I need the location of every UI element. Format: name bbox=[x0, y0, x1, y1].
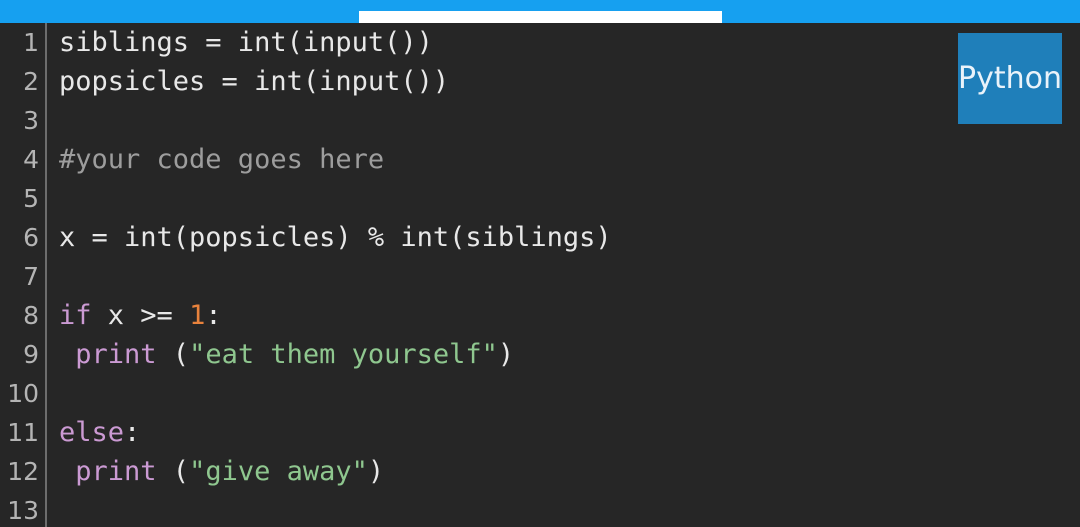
line-number: 2 bbox=[23, 67, 39, 96]
code-token: x = int(popsicles) % int(siblings) bbox=[59, 222, 612, 253]
code-token: popsicles = int(input()) bbox=[59, 66, 450, 97]
code-area[interactable]: siblings = int(input()) popsicles = int(i… bbox=[47, 23, 1080, 527]
code-token: : bbox=[205, 300, 222, 331]
code-line[interactable]: print ("give away") bbox=[59, 452, 1080, 491]
code-token: else bbox=[59, 417, 125, 448]
code-line[interactable]: if x >= 1: bbox=[59, 296, 1080, 335]
code-line[interactable] bbox=[59, 374, 1080, 413]
code-token: 1 bbox=[189, 300, 206, 331]
code-line[interactable]: popsicles = int(input()) bbox=[59, 62, 1080, 101]
code-token: x >= bbox=[91, 300, 190, 331]
line-number: 11 bbox=[7, 418, 39, 447]
line-number: 8 bbox=[23, 301, 39, 330]
line-number: 9 bbox=[23, 340, 39, 369]
code-token: print bbox=[75, 456, 157, 487]
code-token: siblings = int(input()) bbox=[59, 27, 433, 58]
code-line[interactable] bbox=[59, 491, 1080, 527]
code-line[interactable]: siblings = int(input()) bbox=[59, 23, 1080, 62]
progress-bar-indicator bbox=[359, 11, 722, 23]
code-token: "give away" bbox=[189, 456, 368, 487]
code-line[interactable] bbox=[59, 257, 1080, 296]
line-number: 10 bbox=[7, 379, 39, 408]
code-token: ) bbox=[367, 456, 385, 487]
code-line[interactable] bbox=[59, 179, 1080, 218]
code-line[interactable]: print ("eat them yourself") bbox=[59, 335, 1080, 374]
line-number: 5 bbox=[23, 184, 39, 213]
line-number: 7 bbox=[23, 262, 39, 291]
code-token: if bbox=[59, 300, 92, 331]
line-number: 4 bbox=[23, 145, 39, 174]
line-number: 13 bbox=[7, 496, 39, 525]
code-editor[interactable]: 1 2 3 4 5 6 7 8 9 10 11 12 13 siblings = int(input()… bbox=[0, 23, 1080, 527]
code-line[interactable]: x = int(popsicles) % int(siblings) bbox=[59, 218, 1080, 257]
top-progress-bar[interactable] bbox=[0, 0, 1080, 23]
code-token: : bbox=[124, 417, 141, 448]
language-badge: Python bbox=[958, 33, 1062, 124]
code-token: "eat them yourself" bbox=[189, 339, 498, 370]
code-line[interactable]: #your code goes here bbox=[59, 140, 1080, 179]
code-token: #your code goes here bbox=[59, 144, 385, 175]
line-number: 1 bbox=[23, 28, 39, 57]
code-token: print bbox=[75, 339, 157, 370]
code-line[interactable]: else: bbox=[59, 413, 1080, 452]
line-number: 6 bbox=[23, 223, 39, 252]
line-number: 12 bbox=[7, 457, 39, 486]
code-token: ) bbox=[497, 339, 515, 370]
code-line[interactable] bbox=[59, 101, 1080, 140]
line-number-gutter: 1 2 3 4 5 6 7 8 9 10 11 12 13 bbox=[0, 23, 47, 527]
code-token: ( bbox=[156, 339, 190, 370]
line-number: 3 bbox=[23, 106, 39, 135]
language-badge-label: Python bbox=[958, 60, 1062, 96]
code-token: ( bbox=[156, 456, 190, 487]
code-editor-screen: 1 2 3 4 5 6 7 8 9 10 11 12 13 siblings = int(input()… bbox=[0, 0, 1080, 527]
